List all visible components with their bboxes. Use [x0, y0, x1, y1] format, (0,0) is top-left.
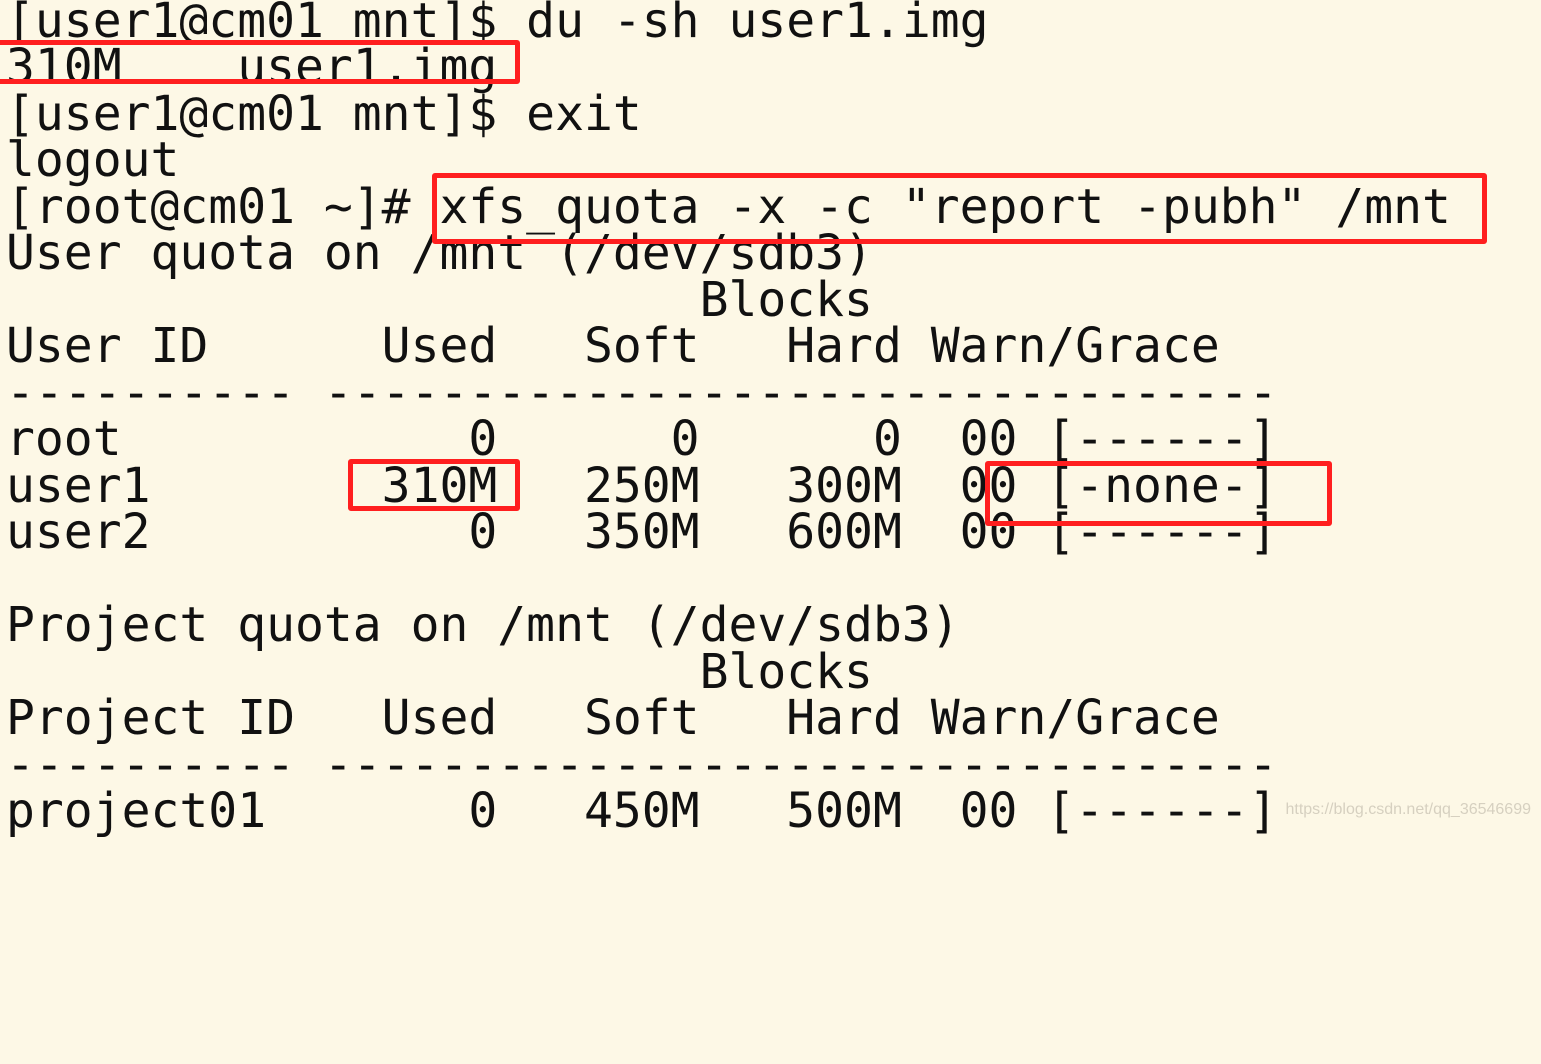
terminal-line-user-user2: user2 0 350M 600M 00 [------] [6, 504, 1278, 560]
terminal-line-user-quota-heading: User quota on /mnt (/dev/sdb3) [6, 225, 873, 281]
terminal-line-project-separator: ---------- -----------------------------… [6, 737, 1278, 793]
terminal-output: [user1@cm01 mnt]$ du -sh user1.img 310M … [0, 0, 1541, 835]
terminal-line-user-root: root 0 0 0 00 [------] [6, 411, 1278, 467]
terminal-line-project-blocks-header: Blocks [6, 644, 873, 700]
terminal-line-exit-command: [user1@cm01 mnt]$ exit [6, 86, 642, 142]
watermark-url: https://blog.csdn.net/qq_36546699 [1285, 801, 1531, 818]
terminal-line-du-command: [user1@cm01 mnt]$ du -sh user1.img [6, 0, 989, 49]
terminal-line-user-column-header: User ID Used Soft Hard Warn/Grace [6, 318, 1220, 374]
terminal-line-xfs-quota-command: [root@cm01 ~]# xfs_quota -x -c "report -… [6, 179, 1451, 235]
terminal-line-user-user1: user1 310M 250M 300M 00 [-none-] [6, 458, 1278, 514]
terminal-line-user-blocks-header: Blocks [6, 272, 873, 328]
terminal-line-project-project01: project01 0 450M 500M 00 [------] [6, 783, 1278, 839]
terminal-line-project-quota-heading: Project quota on /mnt (/dev/sdb3) [6, 597, 960, 653]
terminal-line-project-column-header: Project ID Used Soft Hard Warn/Grace [6, 690, 1220, 746]
terminal-line-logout: logout [6, 132, 180, 188]
terminal-line-user-separator: ---------- -----------------------------… [6, 365, 1278, 421]
terminal-line-du-result: 310M user1.img [6, 39, 498, 95]
